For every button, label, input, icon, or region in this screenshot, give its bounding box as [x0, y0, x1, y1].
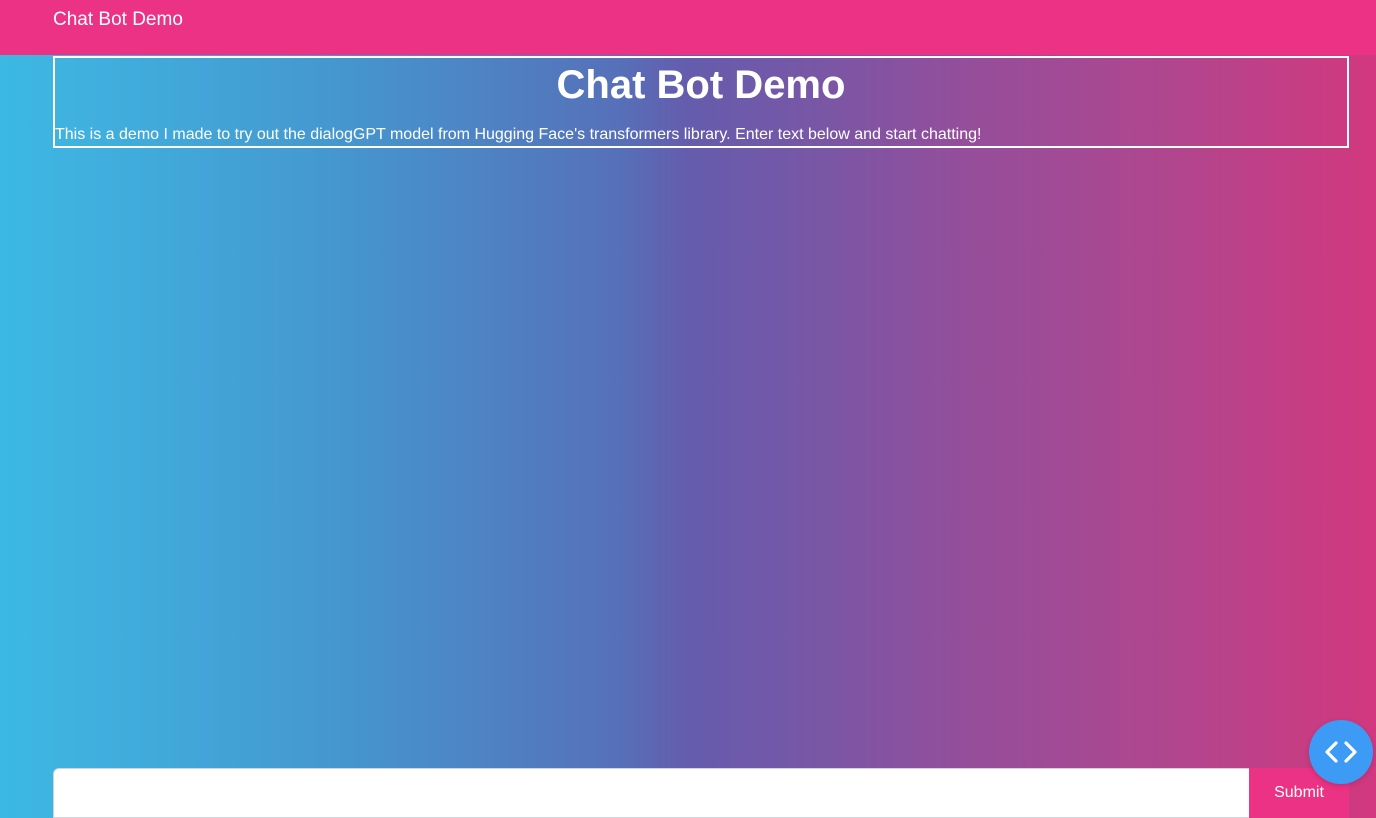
- intro-box: Chat Bot Demo This is a demo I made to t…: [53, 56, 1349, 148]
- page-title: Chat Bot Demo: [556, 63, 846, 107]
- intro-description: This is a demo I made to try out the dia…: [55, 126, 982, 143]
- chat-form: Submit: [53, 768, 1349, 818]
- navbar: Chat Bot Demo: [0, 0, 1376, 55]
- chat-messages-area: [53, 150, 1349, 760]
- navbar-brand[interactable]: Chat Bot Demo: [53, 9, 183, 31]
- code-icon: [1325, 741, 1357, 763]
- chat-input[interactable]: [53, 768, 1249, 818]
- code-toggle-button[interactable]: [1309, 720, 1373, 784]
